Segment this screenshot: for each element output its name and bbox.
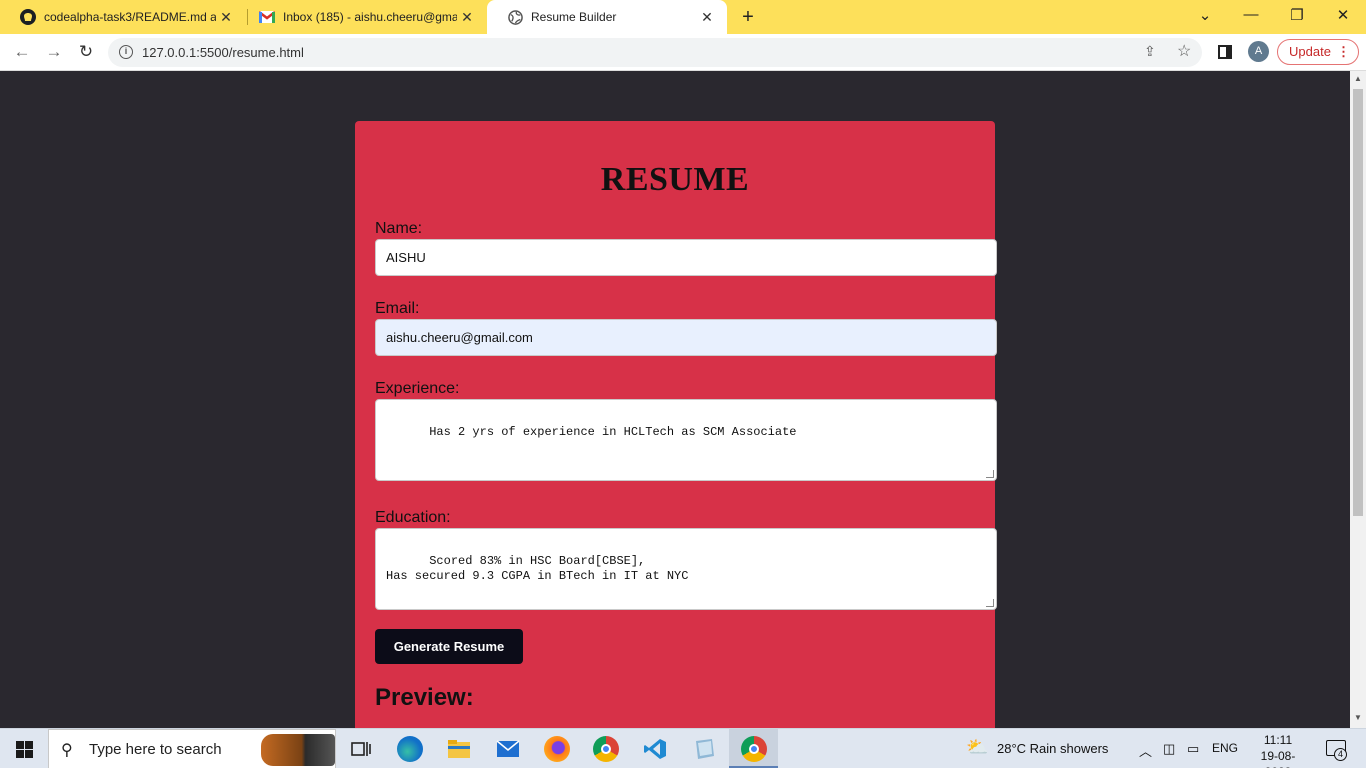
search-highlight-image bbox=[261, 734, 335, 766]
site-info-icon[interactable]: i bbox=[119, 45, 133, 59]
experience-label: Experience: bbox=[375, 380, 460, 397]
profile-avatar[interactable]: A bbox=[1248, 41, 1269, 62]
name-label: Name: bbox=[375, 220, 423, 237]
side-panel-icon[interactable] bbox=[1218, 45, 1232, 59]
windows-start-icon[interactable] bbox=[16, 741, 33, 758]
file-explorer-icon[interactable] bbox=[446, 736, 472, 762]
weather-icon[interactable]: ⛅ bbox=[966, 737, 988, 758]
scroll-down-icon[interactable]: ▼ bbox=[1354, 713, 1362, 722]
resume-form-card: RESUME Name: AISHU Email: aishu.cheeru@g… bbox=[355, 121, 997, 728]
taskbar-search-box[interactable]: ⚲ Type here to search bbox=[48, 729, 336, 768]
generate-resume-button[interactable]: Generate Resume bbox=[375, 629, 523, 664]
update-label: Update bbox=[1289, 44, 1331, 59]
email-input[interactable]: aishu.cheeru@gmail.com bbox=[375, 319, 997, 356]
weather-text[interactable]: 28°C Rain showers bbox=[997, 741, 1108, 756]
close-tab-icon[interactable]: ✕ bbox=[699, 9, 715, 25]
education-label: Education: bbox=[375, 509, 451, 526]
close-window-icon[interactable]: ✕ bbox=[1333, 6, 1353, 24]
notification-count-badge: 4 bbox=[1334, 748, 1347, 761]
tab-title: Inbox (185) - aishu.cheeru@gmai bbox=[283, 10, 457, 24]
task-view-icon[interactable] bbox=[348, 736, 374, 762]
vscode-icon[interactable] bbox=[642, 736, 668, 762]
minimize-icon[interactable]: — bbox=[1241, 6, 1261, 23]
page-scrollbar[interactable]: ▲ ▼ bbox=[1350, 71, 1366, 728]
scroll-up-icon[interactable]: ▲ bbox=[1354, 74, 1362, 83]
address-bar[interactable]: i 127.0.0.1:5500/resume.html ⇪ ☆ bbox=[108, 38, 1202, 67]
tab-resume-builder[interactable]: Resume Builder ✕ bbox=[487, 0, 727, 34]
chrome-profile-icon[interactable] bbox=[741, 736, 767, 762]
new-tab-button[interactable]: + bbox=[738, 6, 758, 29]
firefox-icon[interactable] bbox=[544, 736, 570, 762]
page-title: RESUME bbox=[600, 161, 750, 198]
education-textarea[interactable]: Scored 83% in HSC Board[CBSE], Has secur… bbox=[375, 528, 997, 610]
experience-text: Has 2 yrs of experience in HCLTech as SC… bbox=[429, 425, 797, 439]
gmail-icon bbox=[259, 9, 275, 25]
preview-heading: Preview: bbox=[375, 684, 474, 711]
education-text: Scored 83% in HSC Board[CBSE], Has secur… bbox=[386, 554, 689, 583]
browser-tab-strip: codealpha-task3/README.md at ✕ Inbox (18… bbox=[0, 0, 1366, 34]
windows-taskbar: ⚲ Type here to search ⛅ 28°C Rain shower… bbox=[0, 728, 1366, 768]
resize-handle-icon[interactable] bbox=[986, 470, 994, 478]
mail-icon[interactable] bbox=[495, 736, 521, 762]
reload-icon[interactable]: ↻ bbox=[76, 42, 96, 62]
clock-time: 11:11 bbox=[1263, 733, 1293, 747]
forward-icon[interactable]: → bbox=[44, 42, 64, 62]
notepad-icon[interactable] bbox=[691, 736, 717, 762]
email-label: Email: bbox=[375, 300, 420, 317]
close-tab-icon[interactable]: ✕ bbox=[459, 9, 475, 25]
tab-gmail[interactable]: Inbox (185) - aishu.cheeru@gmai ✕ bbox=[239, 0, 487, 34]
language-indicator[interactable]: ENG bbox=[1212, 741, 1238, 755]
battery-icon[interactable]: ▭ bbox=[1187, 741, 1199, 757]
back-icon[interactable]: ← bbox=[12, 42, 32, 62]
search-placeholder: Type here to search bbox=[89, 741, 222, 758]
tab-title: Resume Builder bbox=[531, 10, 617, 24]
url-text[interactable]: 127.0.0.1:5500/resume.html bbox=[142, 45, 304, 60]
restore-icon[interactable]: ❐ bbox=[1287, 6, 1307, 24]
edge-icon[interactable] bbox=[397, 736, 423, 762]
share-icon[interactable]: ⇪ bbox=[1144, 43, 1156, 60]
page-viewport: RESUME Name: AISHU Email: aishu.cheeru@g… bbox=[0, 71, 1350, 728]
name-input[interactable]: AISHU bbox=[375, 239, 997, 276]
menu-dots-icon[interactable]: ⋮ bbox=[1337, 40, 1350, 64]
close-tab-icon[interactable]: ✕ bbox=[218, 9, 234, 25]
resize-handle-icon[interactable] bbox=[986, 599, 994, 607]
system-clock[interactable]: 11:11 19-08-2023 bbox=[1248, 732, 1308, 768]
tab-search-dropdown-icon[interactable]: ⌄ bbox=[1195, 6, 1215, 24]
experience-textarea[interactable]: Has 2 yrs of experience in HCLTech as SC… bbox=[375, 399, 997, 481]
github-icon bbox=[20, 9, 36, 25]
search-icon: ⚲ bbox=[61, 742, 73, 759]
browser-toolbar: ← → ↻ i 127.0.0.1:5500/resume.html ⇪ ☆ A… bbox=[0, 34, 1366, 71]
clock-date: 19-08-2023 bbox=[1260, 749, 1296, 768]
show-hidden-icons-icon[interactable]: ︿ bbox=[1139, 741, 1152, 760]
chrome-icon[interactable] bbox=[593, 736, 619, 762]
bookmark-star-icon[interactable]: ☆ bbox=[1177, 41, 1191, 61]
tab-github[interactable]: codealpha-task3/README.md at ✕ bbox=[0, 0, 246, 34]
tab-title: codealpha-task3/README.md at bbox=[44, 10, 216, 24]
update-button[interactable]: Update ⋮ bbox=[1277, 39, 1359, 65]
scrollbar-thumb[interactable] bbox=[1353, 89, 1363, 516]
network-icon[interactable]: ◫ bbox=[1163, 741, 1175, 757]
globe-icon bbox=[507, 9, 523, 25]
